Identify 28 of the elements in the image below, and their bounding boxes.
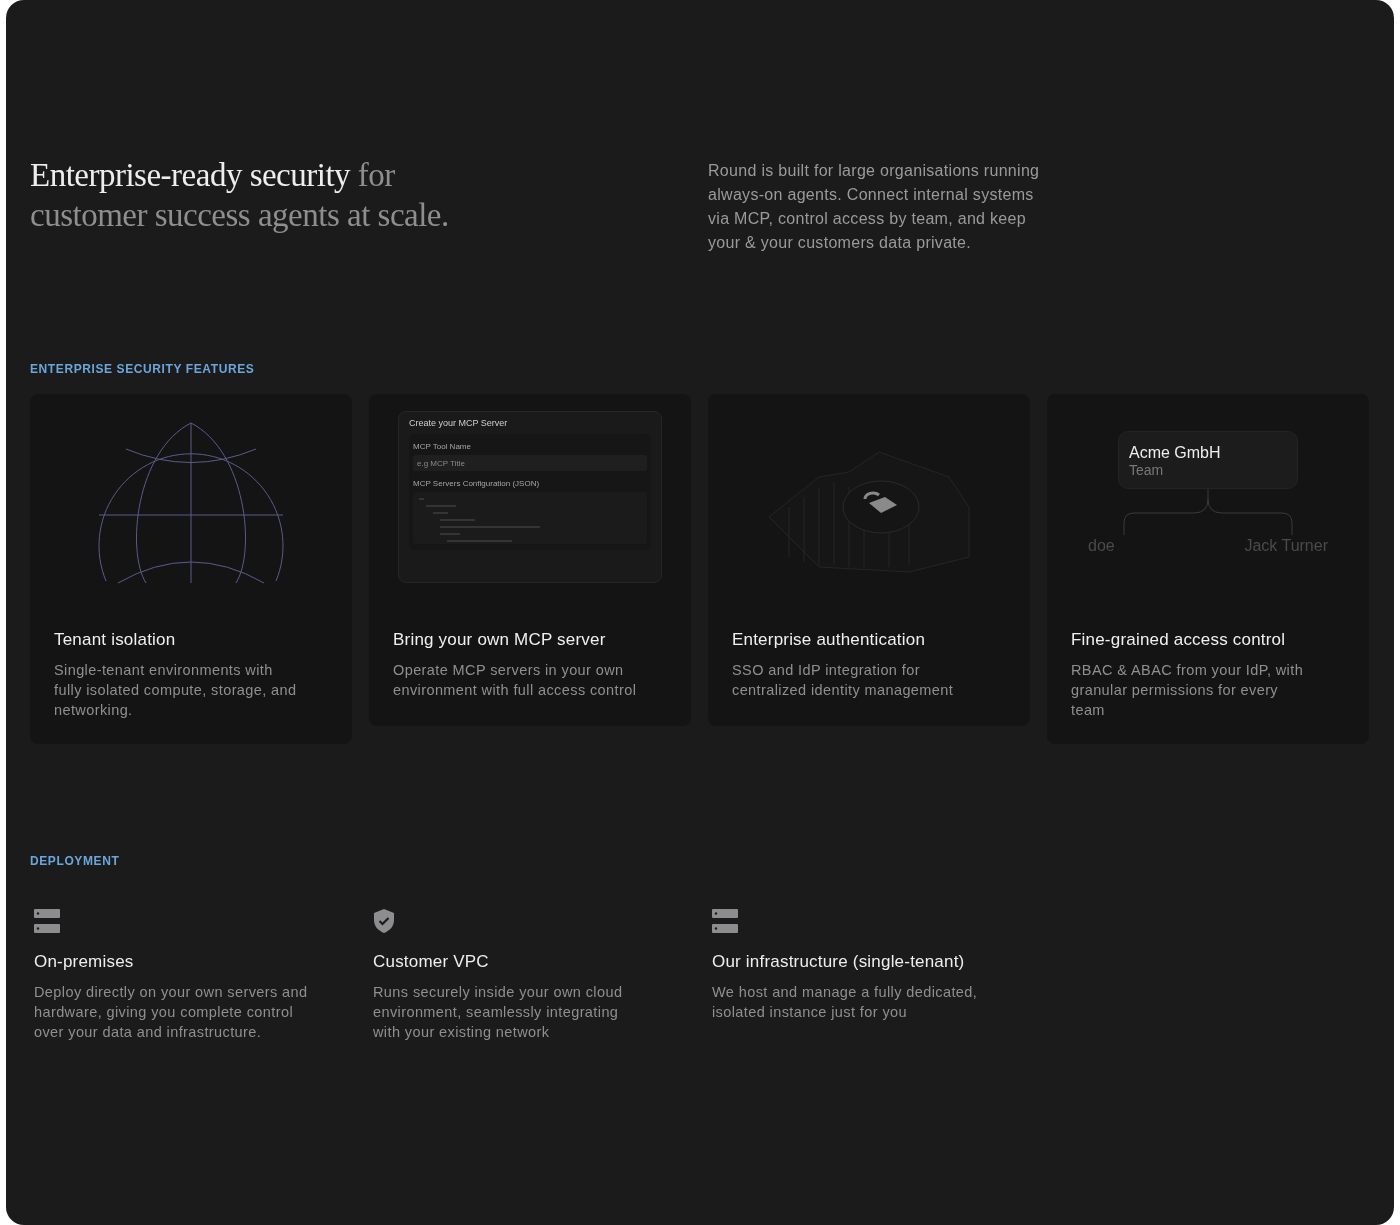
card-description: Operate MCP servers in your own environment with full access control xyxy=(393,661,638,700)
option-title: On-premises xyxy=(34,952,135,972)
form-title: Create your MCP Server xyxy=(409,418,509,428)
team-name: Acme GmbH xyxy=(1129,444,1222,462)
hero-title: Enterprise-ready security for customer success agents at scale. xyxy=(30,156,450,235)
team-role: Team xyxy=(1129,462,1165,478)
code-editor[interactable] xyxy=(413,492,647,544)
card-title: Bring your own MCP server xyxy=(393,630,607,650)
field-label: MCP Tool Name xyxy=(413,442,472,451)
server-icon xyxy=(712,908,738,934)
card-description: RBAC & ABAC from your IdP, with granular permissions for every team xyxy=(1071,661,1305,720)
option-title: Our infrastructure (single-tenant) xyxy=(712,952,966,972)
option-description: We host and manage a fully dedicated, isolated instance just for you xyxy=(712,983,979,1022)
section-label: ENTERPRISE SECURITY FEATURES xyxy=(30,362,256,376)
option-description: Deploy directly on your own servers and hardware, giving you complete control over your data and infrastructure. xyxy=(34,983,309,1042)
section-label: DEPLOYMENT xyxy=(30,854,121,868)
option-title: Customer VPC xyxy=(373,952,490,972)
card-title: Fine-grained access control xyxy=(1071,630,1287,650)
card-description: Single-tenant environments with fully isolated compute, storage, and networking. xyxy=(54,661,298,720)
intro-paragraph: Round is built for large organisations running always-on agents. Connect internal systems via MCP, control access by team, and keep your & your customers data private. xyxy=(708,161,1041,253)
server-icon xyxy=(34,908,60,934)
card-title: Enterprise authentication xyxy=(732,630,927,650)
field-label: MCP Servers Configuration (JSON) xyxy=(413,479,541,488)
input-field[interactable]: e.g MCP Title xyxy=(413,455,647,471)
shield-check-icon xyxy=(373,908,395,934)
card-title: Tenant isolation xyxy=(54,630,177,650)
card-description: SSO and IdP integration for centralized identity management xyxy=(732,661,955,700)
option-description: Runs securely inside your own cloud environment, seamlessly integrating with your existing network xyxy=(373,983,624,1042)
